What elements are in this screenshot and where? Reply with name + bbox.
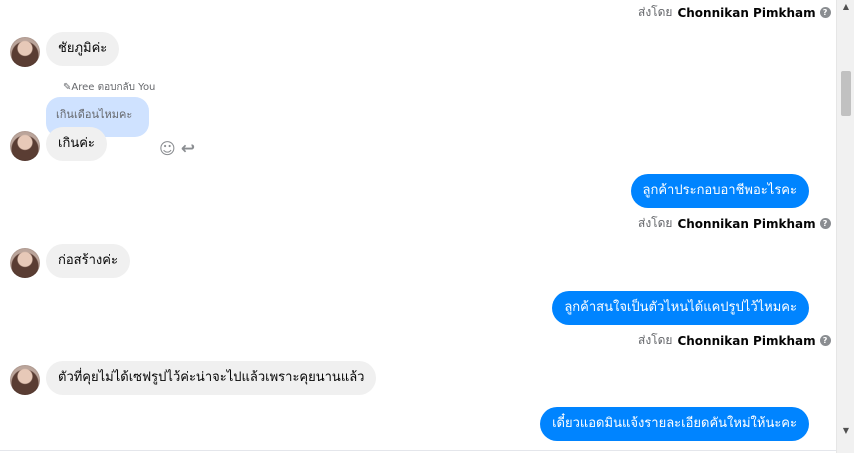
sent-by-label: ส่งโดย: [638, 333, 673, 347]
scrollbar[interactable]: ▲ ▼: [836, 0, 855, 453]
help-icon[interactable]: ?: [819, 335, 831, 346]
outgoing-message[interactable]: เดี๋ยวแอดมินแจ้งรายละเอียดคันใหม่ให้นะคะ: [540, 407, 809, 441]
avatar[interactable]: [10, 248, 40, 278]
divider: [0, 450, 836, 451]
scroll-up-icon[interactable]: ▲: [841, 2, 851, 12]
reply-note-text: Aree ตอบกลับ You: [71, 82, 156, 93]
sent-by-indicator: ส่งโดย Chonnikan Pimkham ?: [638, 214, 831, 233]
sender-name[interactable]: Chonnikan Pimkham: [677, 334, 815, 348]
sent-by-label: ส่งโดย: [638, 216, 673, 230]
incoming-message[interactable]: เกินค่ะ: [46, 127, 107, 161]
help-icon[interactable]: ?: [819, 7, 831, 18]
outgoing-message[interactable]: ลูกค้าประกอบอาชีพอะไรคะ: [630, 174, 809, 208]
avatar[interactable]: [10, 37, 40, 67]
sender-name[interactable]: Chonnikan Pimkham: [677, 6, 815, 20]
scroll-down-icon[interactable]: ▼: [841, 426, 851, 436]
react-icon[interactable]: ☺: [159, 141, 176, 157]
sent-by-indicator: ส่งโดย Chonnikan Pimkham ?: [638, 3, 831, 22]
incoming-message[interactable]: ก่อสร้างค่ะ: [46, 244, 130, 278]
help-icon[interactable]: ?: [819, 218, 831, 229]
reply-icon[interactable]: ↩: [180, 141, 196, 158]
incoming-message[interactable]: ตัวที่คุยไม่ได้เซฟรูปไว้ค่ะน่าจะไปแล้วเพ…: [46, 361, 377, 395]
reply-context-note: ✎Aree ตอบกลับ You: [63, 80, 155, 95]
avatar[interactable]: [10, 365, 40, 395]
sender-name[interactable]: Chonnikan Pimkham: [677, 217, 815, 231]
sent-by-indicator: ส่งโดย Chonnikan Pimkham ?: [638, 331, 831, 350]
incoming-message[interactable]: ชัยภูมิค่ะ: [46, 32, 120, 66]
scroll-track[interactable]: ▲ ▼: [836, 0, 854, 453]
outgoing-message[interactable]: ลูกค้าสนใจเป็นตัวไหนได้แคปรูปไว้ไหมคะ: [552, 291, 809, 325]
scroll-thumb[interactable]: [841, 71, 851, 116]
sent-by-label: ส่งโดย: [638, 5, 673, 19]
message-thread: ส่งโดย Chonnikan Pimkham ? ชัยภูมิค่ะ ✎A…: [0, 0, 836, 453]
avatar[interactable]: [10, 131, 40, 161]
